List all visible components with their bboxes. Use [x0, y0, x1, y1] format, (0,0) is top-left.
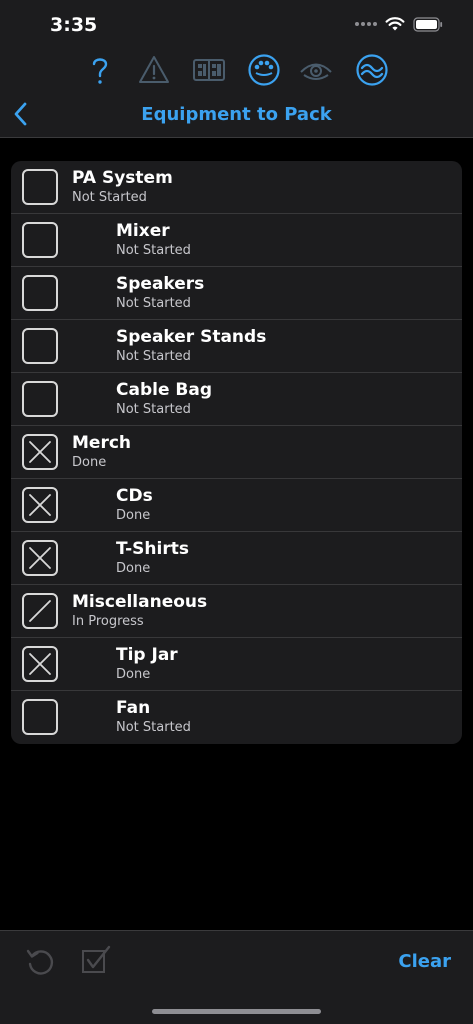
wifi-icon — [385, 17, 405, 31]
checkbox-empty[interactable] — [22, 169, 58, 205]
list-item-title: Miscellaneous — [72, 592, 208, 612]
list-item[interactable]: PA System Not Started — [11, 161, 462, 214]
list-item-text: PA System Not Started — [72, 168, 173, 206]
keyboard-layout-icon[interactable] — [192, 53, 226, 87]
equipment-list: PA System Not Started Mixer Not Started Spea… — [11, 161, 462, 744]
list-item-text: Fan Not Started — [116, 698, 191, 736]
cross-mark-icon — [29, 441, 51, 463]
warning-icon[interactable] — [137, 53, 171, 87]
list-item-title: T-Shirts — [116, 539, 189, 559]
list-item-status: Not Started — [116, 349, 191, 364]
list-item-text: Merch Done — [72, 433, 131, 471]
list-item-text: Mixer Not Started — [116, 221, 191, 259]
list-item-title: Mixer — [116, 221, 170, 241]
bottom-toolbar: Clear — [0, 930, 473, 1024]
page-title: Equipment to Pack — [141, 104, 332, 125]
setlist-circle-icon[interactable] — [247, 53, 281, 87]
status-bar: 3:35 — [0, 0, 473, 48]
toolbar — [0, 53, 473, 89]
status-time: 3:35 — [50, 14, 98, 36]
list-item-status: In Progress — [72, 614, 144, 629]
checkbox-done[interactable] — [22, 487, 58, 523]
list-item[interactable]: Merch Done — [11, 426, 462, 479]
list-item[interactable]: CDs Done — [11, 479, 462, 532]
checkbox-empty[interactable] — [22, 699, 58, 735]
list-item-title: Tip Jar — [116, 645, 178, 665]
list-item-text: T-Shirts Done — [116, 539, 189, 577]
checkbox-in-progress[interactable] — [22, 593, 58, 629]
list-item-title: PA System — [72, 168, 173, 188]
list-item[interactable]: Fan Not Started — [11, 691, 462, 744]
list-item-status: Not Started — [116, 296, 191, 311]
list-item-status: Not Started — [116, 402, 191, 417]
list-item-title: Speaker Stands — [116, 327, 267, 347]
list-item-status: Not Started — [116, 720, 191, 735]
list-item[interactable]: Speakers Not Started — [11, 267, 462, 320]
list-item[interactable]: Tip Jar Done — [11, 638, 462, 691]
cross-mark-icon — [29, 547, 51, 569]
status-icons — [355, 16, 443, 32]
list-item[interactable]: Cable Bag Not Started — [11, 373, 462, 426]
checkbox-empty[interactable] — [22, 222, 58, 258]
header: Equipment to Pack — [0, 48, 473, 138]
list-item-status: Done — [116, 667, 151, 682]
list-item[interactable]: Speaker Stands Not Started — [11, 320, 462, 373]
clear-button[interactable]: Clear — [398, 951, 451, 972]
check-all-icon[interactable] — [80, 944, 112, 976]
list-item-status: Done — [116, 508, 151, 523]
signal-icon — [355, 22, 377, 26]
list-item-title: Merch — [72, 433, 132, 453]
checkbox-empty[interactable] — [22, 381, 58, 417]
list-item-title: Cable Bag — [116, 380, 212, 400]
list-item-text: Cable Bag Not Started — [116, 380, 212, 418]
list-item-status: Done — [116, 561, 151, 576]
list-item-title: Speakers — [116, 274, 205, 294]
list-item-text: Miscellaneous In Progress — [72, 592, 207, 630]
checkbox-done[interactable] — [22, 646, 58, 682]
checkbox-empty[interactable] — [22, 275, 58, 311]
list-item-title: Fan — [116, 698, 151, 718]
cross-mark-icon — [29, 494, 51, 516]
eye-icon[interactable] — [299, 53, 333, 87]
list-item[interactable]: Mixer Not Started — [11, 214, 462, 267]
list-item-text: CDs Done — [116, 486, 153, 524]
list-item-status: Done — [72, 455, 107, 470]
list-item-text: Speaker Stands Not Started — [116, 327, 266, 365]
list-item[interactable]: T-Shirts Done — [11, 532, 462, 585]
list-item-title: CDs — [116, 486, 153, 506]
undo-icon[interactable] — [24, 945, 56, 977]
battery-icon — [413, 16, 443, 32]
checkbox-done[interactable] — [22, 540, 58, 576]
list-item-text: Speakers Not Started — [116, 274, 204, 312]
list-item-status: Not Started — [116, 243, 191, 258]
question-mark-icon[interactable] — [83, 53, 117, 87]
list-item[interactable]: Miscellaneous In Progress — [11, 585, 462, 638]
list-item-status: Not Started — [72, 190, 147, 205]
list-item-text: Tip Jar Done — [116, 645, 178, 683]
home-indicator — [152, 1009, 321, 1014]
slash-mark-icon — [29, 600, 51, 622]
sync-circle-icon[interactable] — [355, 53, 389, 87]
checkbox-empty[interactable] — [22, 328, 58, 364]
cross-mark-icon — [29, 653, 51, 675]
checkbox-done[interactable] — [22, 434, 58, 470]
